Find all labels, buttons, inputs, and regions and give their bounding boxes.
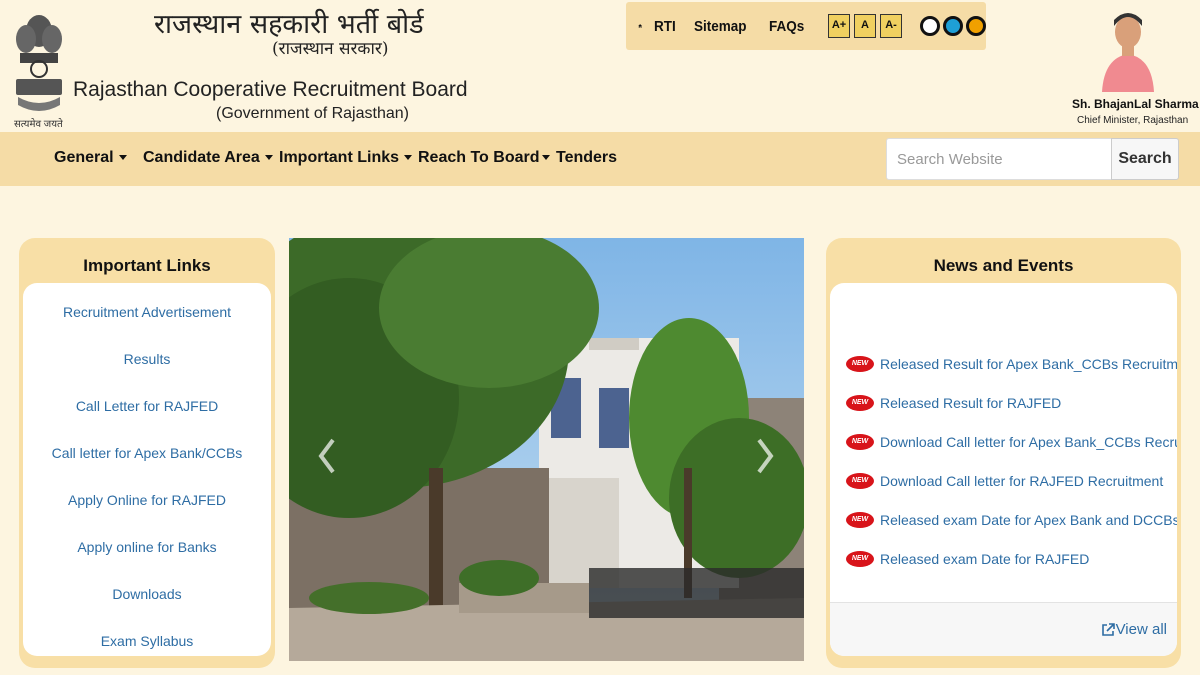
rti-link[interactable]: RTI <box>654 18 676 35</box>
carousel-slide-image <box>289 238 804 661</box>
chevron-down-icon <box>118 155 127 161</box>
new-badge-icon: NEW <box>846 512 874 528</box>
font-normal-button[interactable]: A <box>854 14 876 38</box>
nav-reach-to-board[interactable]: Reach To Board <box>418 149 550 167</box>
faqs-link[interactable]: FAQs <box>769 18 804 35</box>
carousel-next-icon[interactable] <box>755 438 775 474</box>
cm-photo <box>1098 2 1158 92</box>
nav-general[interactable]: General <box>54 149 127 167</box>
link-call-letter-apex-bank[interactable]: Call letter for Apex Bank/CCBs <box>23 445 271 461</box>
view-all-link[interactable]: View all <box>1101 621 1167 638</box>
contrast-blue-icon[interactable] <box>943 16 963 36</box>
chevron-down-icon <box>541 155 550 161</box>
emblem-motto: सत्यमेव जयते <box>14 119 63 130</box>
new-badge-icon: NEW <box>846 551 874 567</box>
cm-title: Chief Minister, Rajasthan <box>1077 115 1189 126</box>
view-all-bar: View all <box>830 602 1177 656</box>
link-results[interactable]: Results <box>23 351 271 367</box>
link-exam-syllabus[interactable]: Exam Syllabus <box>23 633 271 649</box>
news-events-list: NEW Released Result for Apex Bank_CCBs R… <box>830 283 1177 656</box>
important-links-panel: Important Links Recruitment Advertisemen… <box>19 238 275 668</box>
news-item[interactable]: NEW Download Call letter for RAJFED Recr… <box>846 473 1163 489</box>
image-carousel[interactable] <box>289 238 804 661</box>
home-icon[interactable] <box>638 18 643 34</box>
contrast-white-icon[interactable] <box>920 16 940 36</box>
carousel-prev-icon[interactable] <box>317 438 337 474</box>
news-events-title: News and Events <box>933 256 1074 275</box>
font-increase-button[interactable]: A+ <box>828 14 850 38</box>
site-title-english: Rajasthan Cooperative Recruitment Board <box>73 78 468 101</box>
font-decrease-button[interactable]: A- <box>880 14 902 38</box>
ashoka-emblem-icon <box>16 15 62 111</box>
utility-bar: RTI Sitemap FAQs A+ A A- <box>626 2 986 50</box>
news-item[interactable]: NEW Download Call letter for Apex Bank_C… <box>846 434 1177 450</box>
new-badge-icon: NEW <box>846 434 874 450</box>
news-item[interactable]: NEW Released exam Date for RAJFED <box>846 551 1089 567</box>
link-apply-online-banks[interactable]: Apply online for Banks <box>23 539 271 555</box>
cm-name: Sh. BhajanLal Sharma <box>1072 97 1199 111</box>
nav-important-links[interactable]: Important Links <box>279 149 413 167</box>
font-size-controls: A+ A A- <box>828 14 906 38</box>
new-badge-icon: NEW <box>846 356 874 372</box>
link-downloads[interactable]: Downloads <box>23 586 271 602</box>
new-badge-icon: NEW <box>846 395 874 411</box>
main-nav: General Candidate Area Important Links R… <box>0 132 1200 186</box>
news-item[interactable]: NEW Released Result for RAJFED <box>846 395 1061 411</box>
chevron-down-icon <box>404 155 413 161</box>
search-button[interactable]: Search <box>1111 138 1179 180</box>
new-badge-icon: NEW <box>846 473 874 489</box>
important-links-title: Important Links <box>83 256 211 275</box>
site-subtitle-hindi: (राजस्थान सरकार) <box>272 39 389 59</box>
contrast-controls <box>920 16 986 36</box>
link-apply-online-rajfed[interactable]: Apply Online for RAJFED <box>23 492 271 508</box>
link-call-letter-rajfed[interactable]: Call Letter for RAJFED <box>23 398 271 414</box>
news-events-panel: News and Events NEW Released Result for … <box>826 238 1181 668</box>
nav-candidate-area[interactable]: Candidate Area <box>143 149 273 167</box>
news-item[interactable]: NEW Released Result for Apex Bank_CCBs R… <box>846 356 1177 372</box>
external-link-icon <box>1101 622 1115 636</box>
link-recruitment-advertisement[interactable]: Recruitment Advertisement <box>23 304 271 320</box>
nav-tenders[interactable]: Tenders <box>556 149 617 167</box>
news-item[interactable]: NEW Released exam Date for Apex Bank and… <box>846 512 1177 528</box>
contrast-orange-icon[interactable] <box>966 16 986 36</box>
important-links-list: Recruitment Advertisement Results Call L… <box>23 283 271 656</box>
site-header: सत्यमेव जयते राजस्थान सहकारी भर्ती बोर्ड… <box>0 0 1200 132</box>
search-input[interactable] <box>886 138 1112 180</box>
chevron-down-icon <box>264 155 273 161</box>
site-subtitle-english: (Government of Rajasthan) <box>216 105 409 122</box>
sitemap-link[interactable]: Sitemap <box>694 18 747 35</box>
